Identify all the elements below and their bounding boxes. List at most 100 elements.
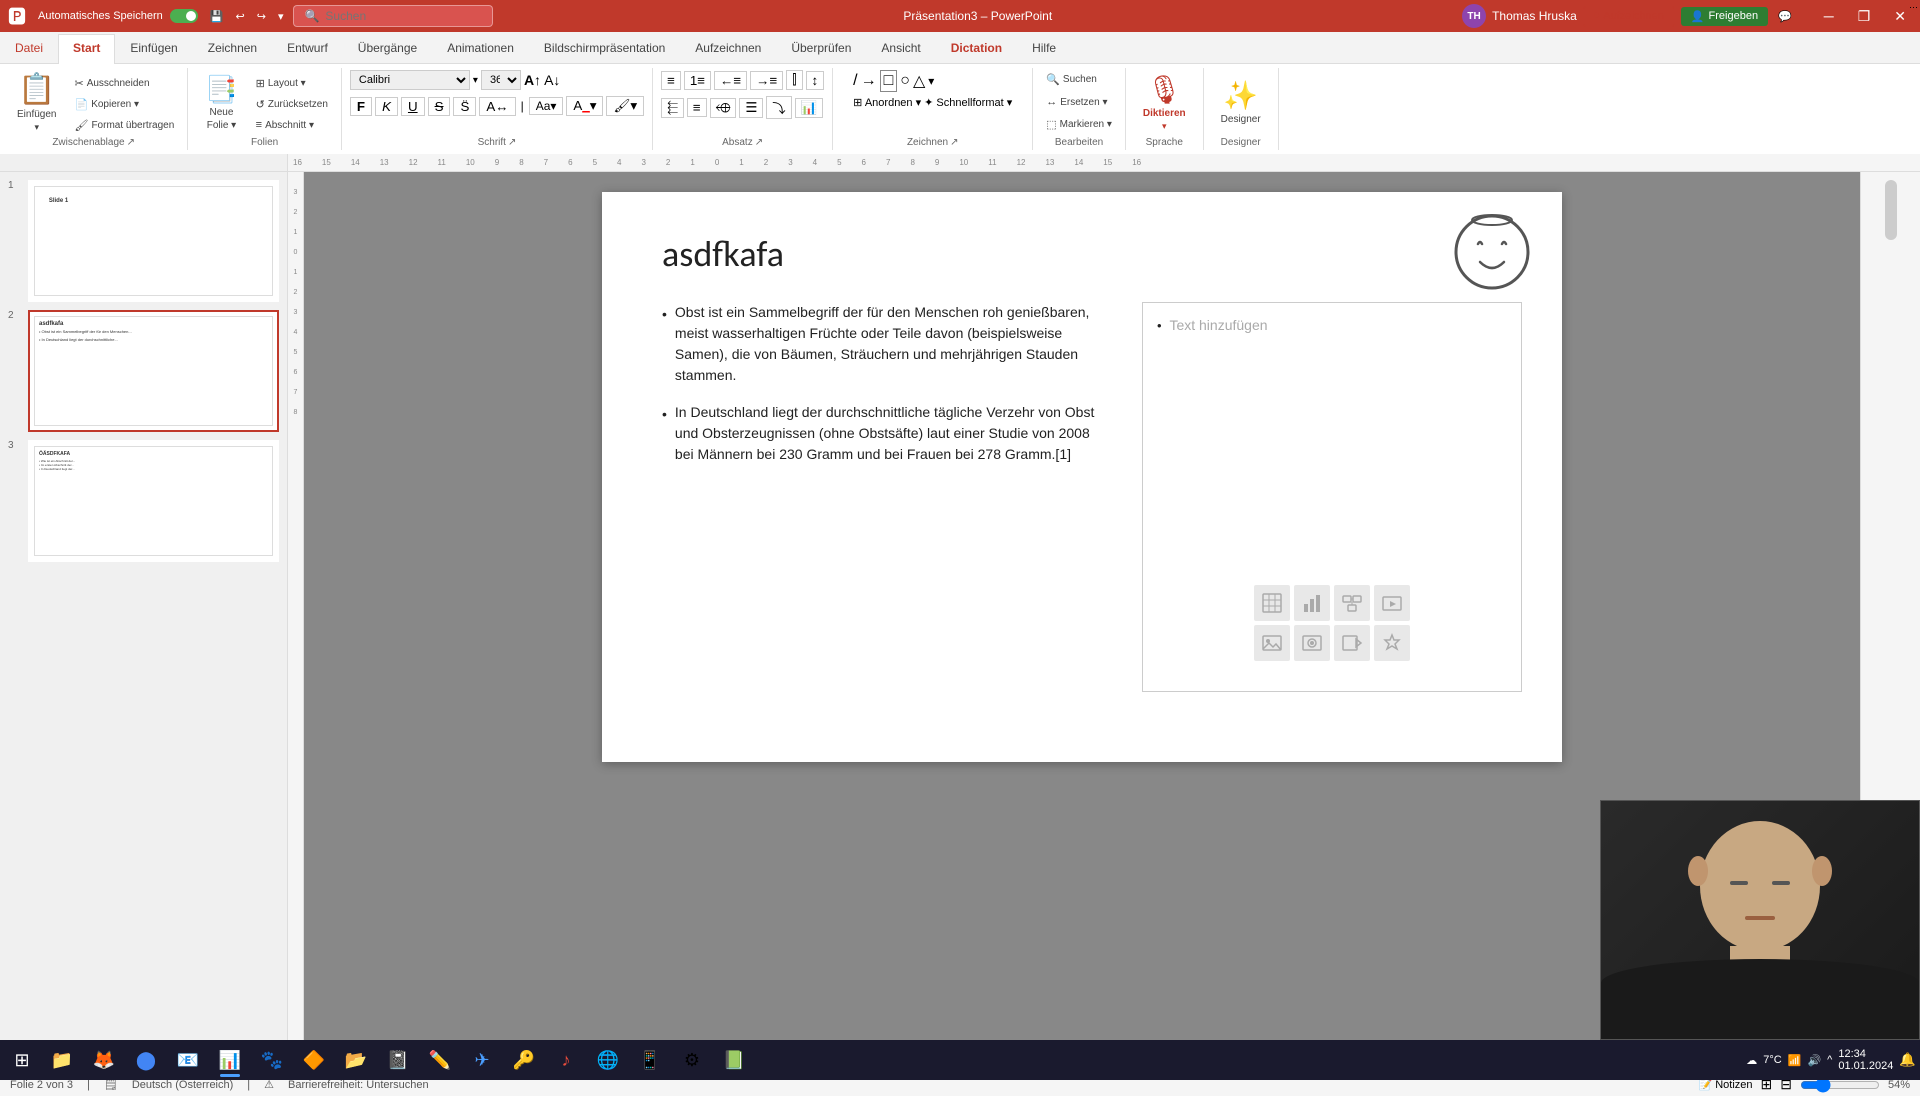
tab-start[interactable]: Start [58, 34, 115, 64]
align-right-button[interactable]: ⬲ [710, 98, 737, 118]
cut-button[interactable]: ✂ Ausschneiden [69, 74, 179, 93]
italic-button[interactable]: K [375, 97, 398, 116]
zwischenablage-expand-icon[interactable]: ↗ [127, 137, 135, 148]
tab-einfuegen[interactable]: Einfügen [115, 33, 192, 63]
undo-button[interactable]: ↩ [232, 8, 249, 25]
insert-icons-icon[interactable] [1374, 625, 1410, 661]
char-spacing-button[interactable]: A↔ [479, 97, 515, 116]
start-button[interactable]: ⊞ [4, 1042, 40, 1078]
slide-canvas[interactable]: asdfkafa • Obst ist ein Samm [602, 192, 1562, 762]
suchen-button[interactable]: 🔍 Suchen [1041, 70, 1102, 89]
taskbar-browser2[interactable]: 🌐 [588, 1041, 628, 1079]
increase-font-button[interactable]: A↑ [524, 72, 541, 88]
convert-to-smartart-button[interactable]: 📊 [795, 98, 824, 118]
insert-picture-icon[interactable] [1254, 625, 1290, 661]
tab-datei[interactable]: Datei [0, 33, 58, 63]
schnellformat-button[interactable]: ✦ Schnellformat ▾ [924, 96, 1012, 109]
search-bar[interactable]: 🔍 🔍 [293, 5, 493, 27]
scroll-thumb[interactable] [1885, 180, 1897, 240]
increase-indent-button[interactable]: →≡ [750, 71, 783, 90]
notifications-button[interactable]: 🔔 [1899, 1052, 1916, 1068]
designer-button[interactable]: ✨ Designer [1212, 70, 1270, 134]
zeichnen-expand-icon[interactable]: ↗ [950, 137, 958, 148]
tab-hilfe[interactable]: Hilfe [1017, 33, 1071, 63]
taskbar-telegram[interactable]: ✈ [462, 1041, 502, 1079]
taskbar-app6[interactable]: 🐾 [252, 1041, 292, 1079]
reset-button[interactable]: ↺ Zurücksetzen [251, 95, 333, 114]
insert-photo-icon[interactable] [1294, 625, 1330, 661]
tab-aufzeichnen[interactable]: Aufzeichnen [680, 33, 776, 63]
insert-smartart-icon[interactable] [1334, 585, 1370, 621]
taskbar-tray-show-hidden[interactable]: ^ [1827, 1054, 1832, 1066]
comment-button[interactable]: 💬 [1774, 8, 1796, 25]
minimize-button[interactable]: ─ [1818, 6, 1840, 26]
taskbar-app10[interactable]: ✏️ [420, 1041, 460, 1079]
markieren-button[interactable]: ⬚ Markieren ▾ [1041, 115, 1117, 134]
schrift-expand-icon[interactable]: ↗ [508, 137, 516, 148]
diktieren-button[interactable]: 🎙 Diktieren ▾ [1134, 70, 1195, 134]
align-left-button[interactable]: ⬱ [661, 98, 684, 118]
columns-button[interactable]: ⫿ [786, 70, 802, 90]
abschnitt-button[interactable]: ≡ Abschnitt ▾ [251, 116, 333, 134]
einfuegen-button[interactable]: 📋 Einfügen ▾ [8, 70, 65, 134]
tab-ueberpruefen[interactable]: Überprüfen [776, 33, 866, 63]
taskbar-vlc[interactable]: 🔶 [294, 1041, 334, 1079]
anordnen-button[interactable]: ⊞ Anordnen ▾ [853, 96, 921, 109]
shapes-more[interactable]: ▾ [928, 74, 934, 88]
taskbar-chrome[interactable]: ⬤ [126, 1041, 166, 1079]
taskbar-powerpoint[interactable]: 📊 [210, 1041, 250, 1079]
justify-button[interactable]: ☰ [739, 98, 763, 118]
slide-thumb-3[interactable]: ÖÄSDFKAFA • Wie ist ein Abschnitt der...… [28, 440, 279, 562]
taskbar-firefox[interactable]: 🦊 [84, 1041, 124, 1079]
redo-button[interactable]: ↪ [253, 8, 270, 25]
insert-chart-icon[interactable] [1294, 585, 1330, 621]
align-center-button[interactable]: ≡ [687, 98, 707, 117]
shape-circle[interactable]: ○ [900, 72, 910, 90]
text-direction-button[interactable]: ⤵ [766, 96, 791, 119]
taskbar-explorer[interactable]: 📁 [42, 1041, 82, 1079]
autosave-toggle[interactable]: Automatisches Speichern [34, 7, 202, 25]
taskbar-excel[interactable]: 📗 [714, 1041, 754, 1079]
slide-content-right[interactable]: • Text hinzufügen [1142, 302, 1522, 692]
bullets-button[interactable]: ≡ [661, 71, 681, 90]
shape-arrow[interactable]: → [861, 72, 877, 90]
numbering-button[interactable]: 1≡ [684, 71, 711, 90]
highlight-button[interactable]: 🖌▾ [606, 96, 644, 116]
taskbar-app13[interactable]: ♪ [546, 1041, 586, 1079]
shadow-button[interactable]: S̈ [453, 97, 476, 116]
save-button[interactable]: 💾 [206, 8, 228, 25]
taskbar-app16[interactable]: ⚙ [672, 1041, 712, 1079]
insert-media-icon[interactable] [1374, 585, 1410, 621]
bold-button[interactable]: F [350, 97, 372, 116]
font-color-button[interactable]: A_▾ [566, 96, 603, 116]
decrease-indent-button[interactable]: ←≡ [714, 71, 747, 90]
record-button[interactable]: ⏺ Aufzeichnen [1583, 6, 1675, 27]
share-button[interactable]: 👤 Freigeben [1681, 7, 1768, 26]
shape-rect[interactable]: □ [880, 70, 898, 92]
ersetzen-button[interactable]: ↔ Ersetzen ▾ [1041, 93, 1112, 111]
slide-title[interactable]: asdfkafa [662, 232, 784, 276]
insert-table-icon[interactable] [1254, 585, 1290, 621]
line-spacing-button[interactable]: ↕ [806, 71, 825, 90]
taskbar-outlook[interactable]: 📧 [168, 1041, 208, 1079]
slide-content-left[interactable]: • Obst ist ein Sammelbegriff der für den… [662, 302, 1102, 481]
taskbar-app12[interactable]: 🔑 [504, 1041, 544, 1079]
layout-button[interactable]: ⊞ Layout ▾ [251, 74, 333, 93]
shape-triangle[interactable]: △ [913, 71, 925, 91]
tab-uebergaenge[interactable]: Übergänge [343, 33, 432, 63]
font-name-select[interactable]: Calibri [350, 70, 470, 90]
tab-entwurf[interactable]: Entwurf [272, 33, 343, 63]
taskbar-files[interactable]: 📂 [336, 1041, 376, 1079]
font-size-select[interactable]: 36 [481, 70, 521, 90]
underline-button[interactable]: U [401, 97, 425, 116]
slide-thumb-1[interactable]: Slide 1 [28, 180, 279, 302]
decrease-font-button[interactable]: A↓ [544, 72, 560, 88]
tab-bildschirm[interactable]: Bildschirmpräsentation [529, 33, 680, 63]
neue-folie-button[interactable]: 📑 Neue Folie ▾ [196, 70, 246, 134]
insert-video-icon[interactable] [1334, 625, 1370, 661]
taskbar-onenote[interactable]: 📓 [378, 1041, 418, 1079]
restore-button[interactable]: ❐ [1852, 6, 1877, 27]
copy-button[interactable]: 📄 Kopieren ▾ [69, 95, 179, 114]
shape-line[interactable]: / [853, 72, 857, 90]
tab-animationen[interactable]: Animationen [432, 33, 529, 63]
